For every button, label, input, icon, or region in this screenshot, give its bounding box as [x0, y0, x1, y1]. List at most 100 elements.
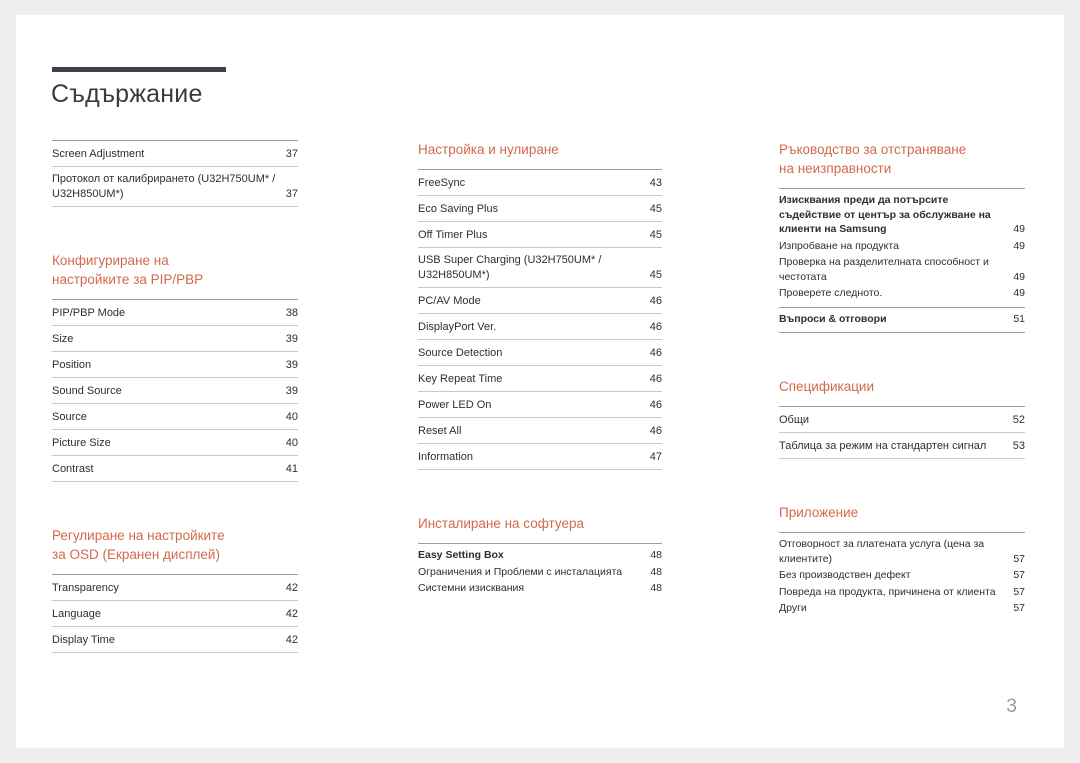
toc-row[interactable]: Information 47 [418, 444, 662, 470]
toc-entry-label: Source Detection [418, 346, 503, 359]
toc-entry-label: Reset All [418, 424, 462, 437]
toc-row[interactable]: Position 39 [52, 352, 298, 378]
toc-entry-label: PIP/PBP Mode [52, 306, 126, 319]
toc-entry-label: Size [52, 332, 74, 345]
toc-entry-label: Въпроси & отговори [779, 312, 887, 325]
toc-row[interactable]: Проверете следното. 49 [779, 286, 1025, 303]
toc-entry-page: 46 [649, 346, 662, 359]
toc-entry-label: Отговорност за платената услуга (цена за… [779, 538, 985, 565]
toc-row[interactable]: Reset All 46 [418, 418, 662, 444]
toc-row[interactable]: Language 42 [52, 601, 298, 627]
toc-entry-page: 46 [649, 424, 662, 437]
toc-row[interactable]: Изпробване на продукта 49 [779, 239, 1025, 256]
page-number: 3 [1006, 696, 1017, 717]
toc-row[interactable]: Sound Source 39 [52, 378, 298, 404]
toc-row[interactable]: Проверка на разделителната способност и … [779, 255, 1025, 286]
toc-row[interactable]: Source 40 [52, 404, 298, 430]
toc-row[interactable]: Size 39 [52, 326, 298, 352]
section-heading-troubleshooting: Ръководство за отстраняване на неизправн… [779, 142, 967, 176]
toc-entry-page: 51 [1013, 312, 1025, 325]
toc-column-2: Настройка и нулиране FreeSync 43 Eco Sav… [418, 140, 662, 598]
section-heading-setup-and-reset: Настройка и нулиране [418, 142, 559, 157]
toc-row[interactable]: Таблица за режим на стандартен сигнал 53 [779, 433, 1025, 459]
toc-entry-label: Изпробване на продукта [779, 239, 899, 252]
toc-row[interactable]: Ограничения и Проблеми с инсталацията 48 [418, 565, 662, 582]
toc-row[interactable]: FreeSync 43 [418, 170, 662, 196]
toc-entry-page: 57 [1013, 552, 1025, 565]
toc-row[interactable]: Въпроси & отговори 51 [779, 312, 1025, 329]
toc-row[interactable]: Key Repeat Time 46 [418, 366, 662, 392]
page-title: Съдържание [51, 80, 203, 108]
toc-row[interactable]: Screen Adjustment 37 [52, 141, 298, 167]
toc-entry-page: 39 [285, 358, 298, 371]
toc-row[interactable]: Общи 52 [779, 407, 1025, 433]
toc-entry-label: Други [779, 602, 807, 614]
toc-entry-page: 37 [285, 147, 298, 160]
toc-entry-page: 52 [1012, 413, 1025, 426]
toc-entry-label: Position [52, 358, 92, 371]
toc-row[interactable]: Eco Saving Plus 45 [418, 196, 662, 222]
toc-row[interactable]: USB Super Charging (U32H750UM* / U32H850… [418, 248, 662, 288]
toc-entry-page: 43 [649, 176, 662, 189]
toc-row[interactable]: Отговорност за платената услуга (цена за… [779, 537, 1025, 568]
toc-entry-page: 46 [649, 294, 662, 307]
toc-entry-page: 48 [650, 565, 662, 578]
toc-entry-label: Contrast [52, 462, 94, 475]
section-heading-pip-pbp: Конфигуриране на настройките за PIP/PBP [52, 253, 204, 287]
title-rule [52, 67, 226, 72]
toc-entry-label: Таблица за режим на стандартен сигнал [779, 439, 987, 452]
toc-entry-label: Без производствен дефект [779, 569, 911, 581]
toc-entry-page: 49 [1013, 270, 1025, 283]
toc-row[interactable]: Contrast 41 [52, 456, 298, 482]
toc-column-1: Screen Adjustment 37 Протокол от калибри… [52, 140, 298, 653]
toc-list-troubleshooting-footer: Въпроси & отговори 51 [779, 306, 1025, 333]
toc-entry-page: 46 [649, 320, 662, 333]
toc-list-appendix: Отговорност за платената услуга (цена за… [779, 532, 1025, 618]
toc-entry-label: Picture Size [52, 436, 111, 449]
toc-entry-page: 45 [649, 268, 662, 281]
toc-row[interactable]: Off Timer Plus 45 [418, 222, 662, 248]
toc-entry-page: 42 [285, 607, 298, 620]
toc-list-software-installation: Easy Setting Box 48 Ограничения и Пробле… [418, 543, 662, 598]
toc-row[interactable]: Без производствен дефект 57 [779, 568, 1025, 585]
toc-row[interactable]: PIP/PBP Mode 38 [52, 300, 298, 326]
toc-entry-label: Повреда на продукта, причинена от клиент… [779, 585, 996, 598]
toc-entry-page: 38 [285, 306, 298, 319]
toc-entry-label: Проверете следното. [779, 287, 883, 299]
toc-row[interactable]: Transparency 42 [52, 575, 298, 601]
section-heading-osd-settings: Регулиране на настройките за OSD (Екране… [52, 528, 225, 562]
toc-entry-page: 57 [1013, 585, 1025, 598]
toc-row[interactable]: Easy Setting Box 48 [418, 548, 662, 565]
toc-entry-page: 41 [285, 462, 298, 475]
toc-row[interactable]: Системни изисквания 48 [418, 581, 662, 598]
toc-entry-label: Source [52, 410, 87, 423]
toc-entry-page: 45 [649, 228, 662, 241]
toc-entry-page: 47 [649, 450, 662, 463]
toc-entry-label: Проверка на разделителната способност и … [779, 256, 989, 283]
toc-row[interactable]: Picture Size 40 [52, 430, 298, 456]
toc-entry-page: 57 [1013, 602, 1025, 614]
toc-entry-label: FreeSync [418, 176, 466, 189]
toc-entry-label: PC/AV Mode [418, 294, 481, 307]
toc-row[interactable]: Изисквания преди да потърсите съдействие… [779, 193, 1025, 239]
toc-entry-label: Screen Adjustment [52, 147, 145, 160]
toc-row[interactable]: Протокол от калибрирането (U32H750UM* / … [52, 167, 298, 207]
toc-entry-page: 42 [285, 633, 298, 646]
toc-list-pip-pbp: PIP/PBP Mode 38 Size 39 Position 39 Soun… [52, 299, 298, 482]
toc-list-troubleshooting: Изисквания преди да потърсите съдействие… [779, 188, 1025, 303]
toc-row[interactable]: PC/AV Mode 46 [418, 288, 662, 314]
toc-row[interactable]: Повреда на продукта, причинена от клиент… [779, 585, 1025, 602]
toc-row[interactable]: Други 57 [779, 601, 1025, 618]
section-heading-appendix: Приложение [779, 505, 859, 520]
toc-entry-label: Power LED On [418, 398, 492, 411]
toc-row[interactable]: Display Time 42 [52, 627, 298, 653]
toc-row[interactable]: DisplayPort Ver. 46 [418, 314, 662, 340]
toc-entry-page: 46 [649, 398, 662, 411]
toc-entry-label: Системни изисквания [418, 582, 525, 594]
toc-row[interactable]: Source Detection 46 [418, 340, 662, 366]
toc-row[interactable]: Power LED On 46 [418, 392, 662, 418]
